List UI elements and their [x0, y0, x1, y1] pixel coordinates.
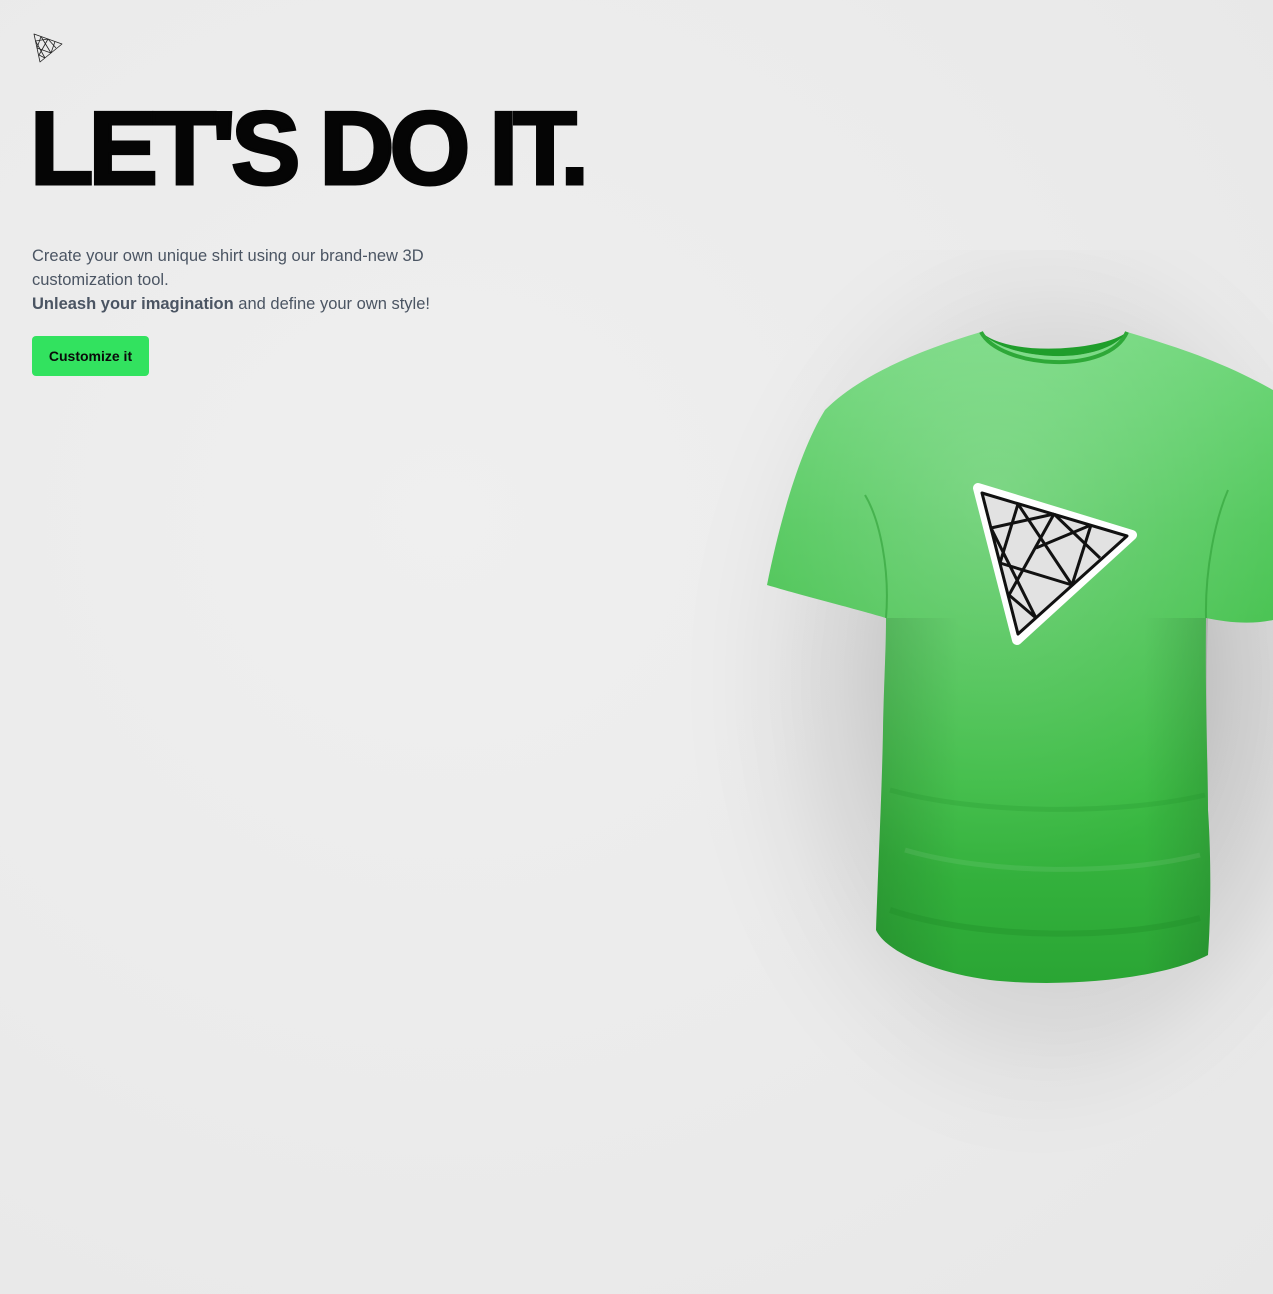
hero-description-line1: Create your own unique shirt using our b… [32, 247, 424, 289]
shirt-3d-canvas[interactable] [560, 250, 1273, 1250]
hero-description-bold: Unleash your imagination [32, 295, 234, 313]
hero-title: LET'S DO IT. [28, 90, 590, 208]
threejs-logo-icon[interactable] [32, 32, 64, 64]
customize-button[interactable]: Customize it [32, 336, 149, 376]
hero-description-rest: and define your own style! [233, 295, 430, 313]
hero-description: Create your own unique shirt using our b… [32, 244, 462, 316]
customizer-home: LET'S DO IT. Create your own unique shir… [0, 0, 1273, 1294]
